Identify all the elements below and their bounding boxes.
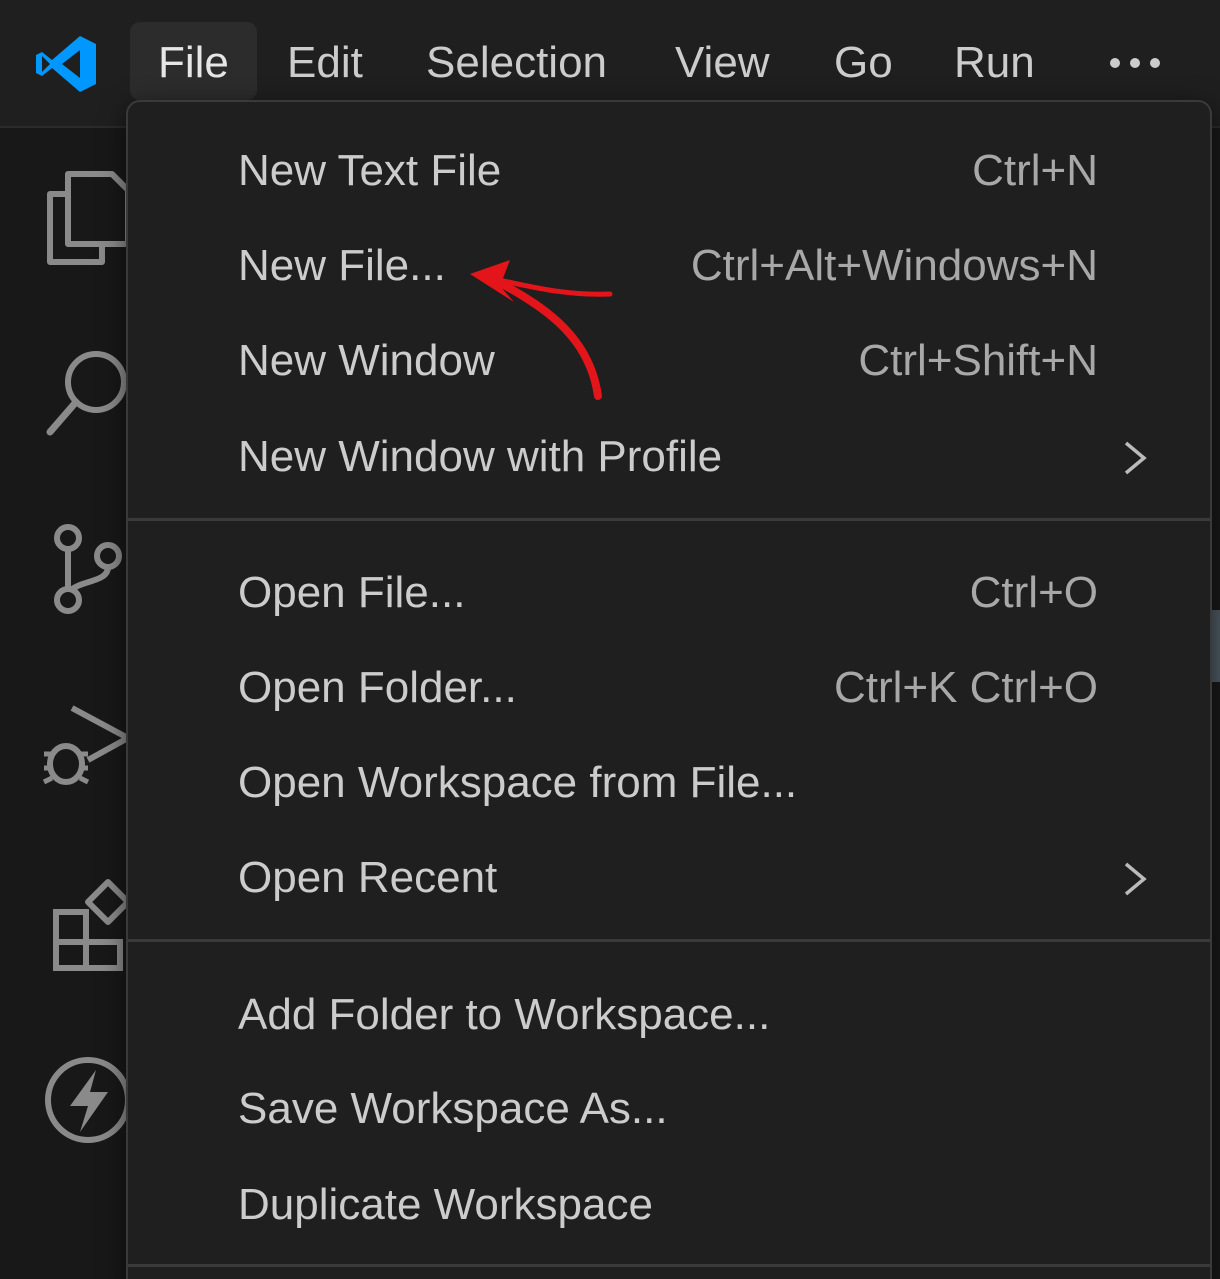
menu-file[interactable]: File [130,22,257,100]
menu-separator [128,1264,1210,1267]
menu-item-label: New Window with Profile [238,432,723,481]
menu-item-shortcut: Ctrl+K Ctrl+O [833,663,1098,712]
menu-item-label: New Window [238,336,495,385]
menu-item-shortcut: Ctrl+O [969,568,1098,617]
explorer-icon[interactable] [38,168,138,268]
activity-bar [0,128,131,1279]
menu-item-label: Duplicate Workspace [238,1180,653,1229]
menu-item-label: Open Folder... [238,663,517,712]
menu-edit[interactable]: Edit [259,22,391,100]
menu-item-label: Save Workspace As... [238,1084,668,1133]
menu-item-open-file[interactable]: Open File... Ctrl+O [128,548,1210,638]
menu-item-label: Open Recent [238,853,498,902]
extensions-icon[interactable] [38,876,138,976]
menu-item-new-window-with-profile[interactable]: New Window with Profile [128,412,1210,502]
menu-run[interactable]: Run [926,22,1063,100]
run-debug-icon[interactable] [38,698,138,798]
menu-item-label: Add Folder to Workspace... [238,990,771,1039]
menu-item-label: New Text File [238,146,502,195]
vscode-logo-icon [36,36,96,92]
more-icon[interactable] [1098,36,1178,90]
menu-separator [128,939,1210,942]
menu-item-label: Open Workspace from File... [238,758,798,807]
menu-item-save-workspace-as[interactable]: Save Workspace As... [128,1064,1210,1154]
file-menu-dropdown: New Text File Ctrl+N New File... Ctrl+Al… [126,100,1212,1279]
vscode-window: File Edit Selection View Go Run New Text… [0,0,1220,1279]
search-icon[interactable] [38,346,138,446]
menu-item-duplicate-workspace[interactable]: Duplicate Workspace [128,1160,1210,1250]
menu-item-open-folder[interactable]: Open Folder... Ctrl+K Ctrl+O [128,643,1210,733]
menu-item-new-window[interactable]: New Window Ctrl+Shift+N [128,316,1210,406]
chevron-right-icon [1124,862,1147,896]
menu-separator [128,518,1210,521]
thunder-client-icon[interactable] [38,1050,138,1150]
menu-item-shortcut: Ctrl+Alt+Windows+N [690,241,1098,290]
menu-item-label: New File... [238,241,446,290]
menu-item-new-text-file[interactable]: New Text File Ctrl+N [128,126,1210,216]
menu-item-shortcut: Ctrl+Shift+N [858,336,1098,385]
menu-view[interactable]: View [647,22,798,100]
menu-item-add-folder-to-workspace[interactable]: Add Folder to Workspace... [128,970,1210,1060]
menu-item-shortcut: Ctrl+N [972,146,1098,195]
menu-item-new-file[interactable]: New File... Ctrl+Alt+Windows+N [128,221,1210,311]
chevron-right-icon [1124,441,1147,475]
menu-item-open-workspace-from-file[interactable]: Open Workspace from File... [128,738,1210,828]
menu-item-label: Open File... [238,568,466,617]
menu-item-open-recent[interactable]: Open Recent [128,833,1210,923]
menu-selection[interactable]: Selection [398,22,635,100]
menu-go[interactable]: Go [806,22,921,100]
source-control-icon[interactable] [38,524,138,624]
